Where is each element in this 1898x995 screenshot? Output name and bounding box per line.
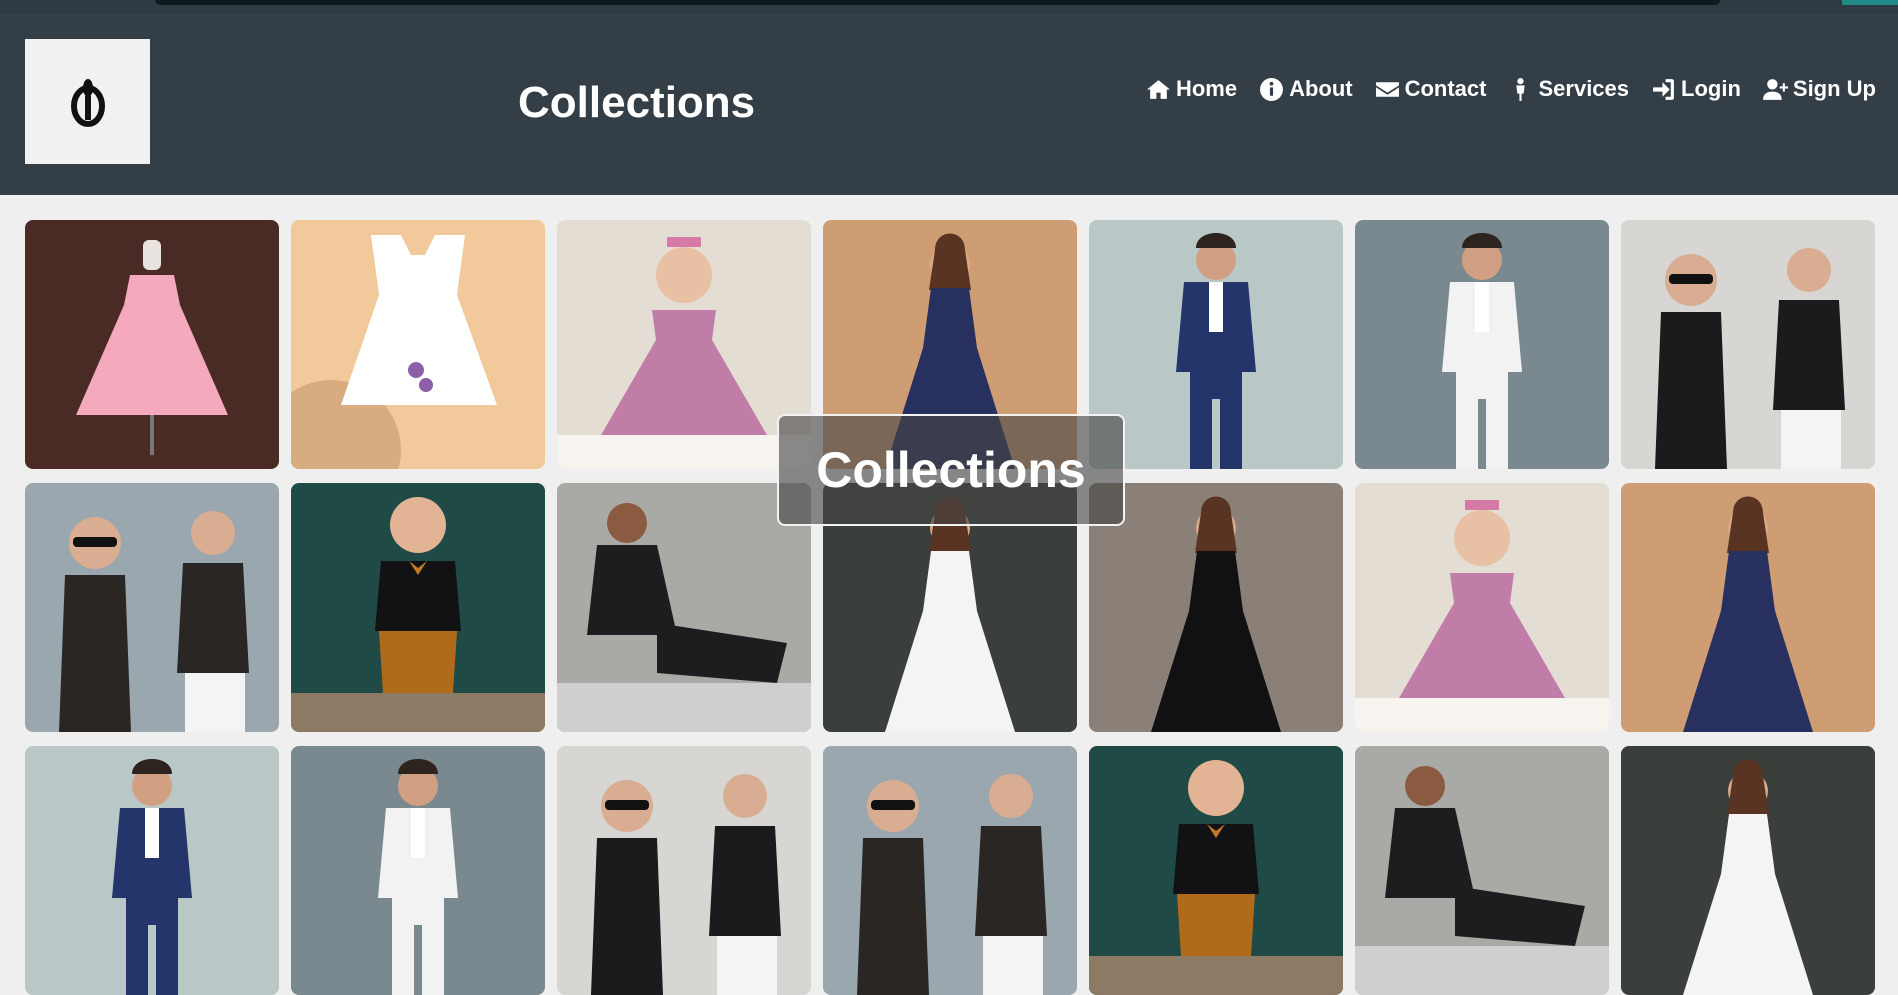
sign-in-icon [1653, 78, 1674, 100]
gallery-item[interactable] [1355, 220, 1609, 469]
gallery-image [1089, 220, 1343, 469]
logo-icon [70, 78, 105, 127]
address-bar [155, 0, 1720, 5]
gallery-item[interactable] [291, 746, 545, 995]
person-icon [1516, 77, 1526, 101]
info-icon [1260, 77, 1284, 101]
gallery-item[interactable] [1089, 483, 1343, 732]
accent-bar [1842, 0, 1898, 5]
nav-home[interactable]: Home [1146, 76, 1237, 102]
gallery-item[interactable] [25, 483, 279, 732]
nav-about[interactable]: About [1259, 76, 1353, 102]
collections-overlay-label: Collections [816, 442, 1086, 498]
gallery-image [1621, 746, 1875, 995]
gallery-item[interactable] [557, 483, 811, 732]
collections-overlay: Collections [777, 414, 1125, 526]
gallery-image [557, 220, 811, 469]
nav-contact[interactable]: Contact [1375, 76, 1487, 102]
gallery-item[interactable] [823, 746, 1077, 995]
gallery-image [25, 483, 279, 732]
gallery-item[interactable] [1355, 483, 1609, 732]
gallery-image [1089, 746, 1343, 995]
gallery-item[interactable] [557, 220, 811, 469]
gallery-item[interactable] [1621, 746, 1875, 995]
gallery-item[interactable] [1621, 220, 1875, 469]
main-nav: Home About Contact Services Login Sign U… [1146, 76, 1876, 102]
nav-contact-label: Contact [1404, 76, 1487, 101]
gallery-item[interactable] [291, 220, 545, 469]
gallery-item[interactable] [25, 746, 279, 995]
gallery-item[interactable] [1621, 483, 1875, 732]
nav-services-label: Services [1538, 76, 1630, 101]
gallery-image [1621, 483, 1875, 732]
gallery-item[interactable] [25, 220, 279, 469]
gallery-image [1355, 746, 1609, 995]
gallery-image [25, 220, 279, 469]
gallery-item[interactable] [1355, 746, 1609, 995]
gallery-image [291, 220, 545, 469]
nav-services[interactable]: Services [1508, 76, 1629, 102]
envelope-icon [1375, 81, 1399, 97]
gallery-image [557, 483, 811, 732]
gallery-image [291, 483, 545, 732]
gallery-image [1355, 220, 1609, 469]
gallery-item[interactable] [557, 746, 811, 995]
site-logo[interactable] [25, 39, 150, 164]
site-header: Collections Home About Contact Services … [0, 14, 1898, 195]
gallery-image [1089, 483, 1343, 732]
browser-top-strip [0, 0, 1898, 14]
gallery-item[interactable] [291, 483, 545, 732]
gallery-image [25, 746, 279, 995]
nav-login-label: Login [1681, 76, 1741, 101]
nav-about-label: About [1289, 76, 1353, 101]
gallery-item[interactable] [1089, 220, 1343, 469]
nav-home-label: Home [1175, 76, 1238, 101]
nav-login[interactable]: Login [1651, 76, 1741, 102]
home-icon [1146, 79, 1170, 99]
gallery-item[interactable] [1089, 746, 1343, 995]
user-plus-icon [1762, 78, 1788, 100]
nav-signup-label: Sign Up [1792, 76, 1876, 101]
gallery-image [823, 746, 1077, 995]
gallery-image [557, 746, 811, 995]
page-title: Collections [518, 78, 756, 127]
collections-gallery [25, 220, 1877, 995]
gallery-image [1355, 483, 1609, 732]
gallery-image [291, 746, 545, 995]
nav-signup[interactable]: Sign Up [1762, 76, 1876, 102]
gallery-image [1621, 220, 1875, 469]
